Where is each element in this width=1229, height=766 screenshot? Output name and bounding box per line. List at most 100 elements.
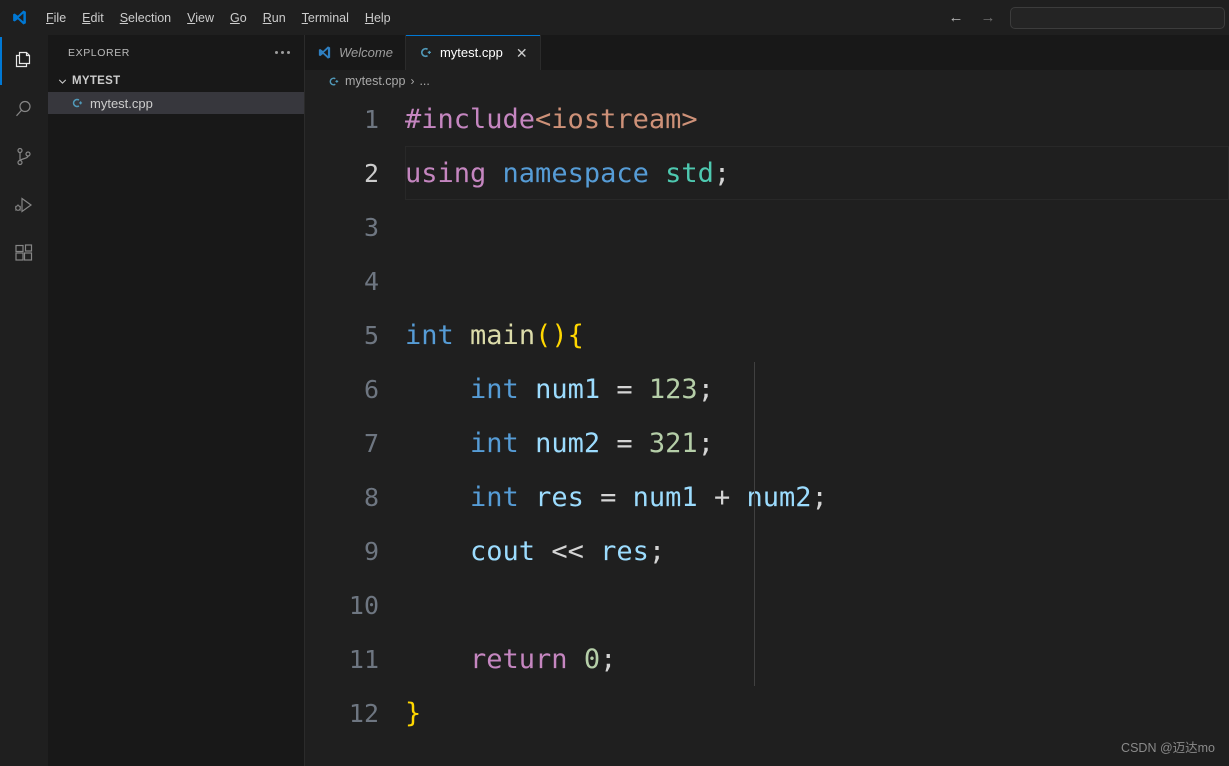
menu-view[interactable]: View (179, 7, 222, 29)
explorer-file-label: mytest.cpp (90, 95, 153, 111)
code-token: ; (811, 481, 828, 513)
activity-item-source-control[interactable] (0, 133, 48, 181)
code-token: { (567, 319, 584, 351)
code-token: int (470, 481, 519, 513)
menu-edit[interactable]: Edit (74, 7, 112, 29)
chevron-right-icon: › (410, 74, 415, 88)
line-content: } (405, 698, 421, 729)
indent-guide (754, 362, 755, 686)
explorer-title: EXPLORER (68, 46, 130, 59)
code-token: res (600, 535, 649, 567)
activity-item-explorer[interactable] (0, 37, 48, 85)
arrow-right-icon[interactable]: → (978, 10, 998, 25)
activity-bar (0, 35, 48, 766)
breadcrumb-file[interactable]: mytest.cpp (345, 74, 405, 88)
explorer-file-mytest-cpp[interactable]: mytest.cpp (48, 92, 304, 114)
ellipsis-icon[interactable] (269, 47, 296, 58)
code-token: ; (697, 373, 714, 405)
code-token: () (535, 319, 568, 351)
tab-mytest-cpp[interactable]: mytest.cpp ✕ (405, 35, 541, 70)
line-content: int num1 = 123; (405, 374, 714, 405)
cpp-file-icon (70, 96, 84, 110)
menu-run-rest: un (271, 10, 286, 25)
line-number: 9 (363, 536, 379, 566)
activity-item-extensions[interactable] (0, 229, 48, 277)
code-line[interactable]: 7 int num2 = 321; (305, 416, 1229, 470)
explorer-folder-mytest[interactable]: MYTEST (48, 70, 304, 92)
line-content: int num2 = 321; (405, 428, 714, 459)
line-number: 7 (363, 428, 379, 458)
menu-terminal[interactable]: Terminal (294, 7, 357, 29)
search-icon (12, 97, 36, 121)
code-line[interactable]: 2 using namespace std; (305, 146, 1229, 200)
menu-selection[interactable]: Selection (112, 7, 179, 29)
code-token: res (535, 481, 584, 513)
activity-item-search[interactable] (0, 85, 48, 133)
code-token: + (713, 481, 731, 513)
line-number: 10 (348, 590, 379, 620)
code-line[interactable]: 3 (305, 200, 1229, 254)
tab-mytest-cpp-label: mytest.cpp (439, 45, 503, 60)
breadcrumb: mytest.cpp › ... (305, 70, 1229, 92)
menu-selection-rest: election (128, 10, 172, 25)
menu-run[interactable]: Run (255, 7, 294, 29)
code-token: <iostream> (535, 103, 698, 135)
code-lines: 1 #include<iostream> 2 using namespace std;… (305, 92, 1229, 740)
code-editor[interactable]: 1 #include<iostream> 2 using namespace std;… (305, 92, 1229, 766)
menu-file[interactable]: File (38, 7, 74, 29)
activity-item-run-debug[interactable] (0, 181, 48, 229)
menu-file-rest: ile (53, 10, 67, 25)
editor-group: Welcome mytest.cpp ✕ mytest.cpp › ... 1 … (305, 35, 1229, 766)
code-line[interactable]: 1 #include<iostream> (305, 92, 1229, 146)
code-line[interactable]: 6 int num1 = 123; (305, 362, 1229, 416)
line-number: 3 (363, 212, 379, 242)
code-token: ; (648, 535, 666, 567)
code-line[interactable]: 8 int res = num1 + num2; (305, 470, 1229, 524)
code-token: = (616, 427, 633, 459)
code-token: = (616, 373, 633, 405)
code-line[interactable]: 10 (305, 578, 1229, 632)
code-token: ; (713, 157, 731, 189)
menu-go[interactable]: Go (222, 7, 255, 29)
code-token: 123 (648, 373, 698, 405)
code-line[interactable]: 12} (305, 686, 1229, 740)
line-number: 12 (348, 698, 379, 728)
code-token: int (470, 373, 519, 405)
code-line[interactable]: 11 return 0; (305, 632, 1229, 686)
tab-welcome-label: Welcome (339, 45, 393, 60)
code-token: = (600, 481, 617, 513)
workbench-body: EXPLORER MYTEST mytest.cpp Welcome mytes… (0, 35, 1229, 766)
code-token: main (470, 319, 536, 351)
title-bar-right: ← → (946, 0, 1229, 35)
command-center-input[interactable] (1010, 6, 1225, 29)
code-token: std (665, 157, 714, 189)
code-token: return (470, 643, 568, 675)
line-number: 6 (363, 374, 379, 404)
menu-help[interactable]: Help (357, 7, 399, 29)
line-number: 2 (363, 158, 379, 188)
line-content: using namespace std; (405, 158, 730, 189)
code-line[interactable]: 4 (305, 254, 1229, 308)
line-content: cout << res; (405, 536, 665, 567)
code-line[interactable]: 9 cout << res; (305, 524, 1229, 578)
arrow-left-icon[interactable]: ← (946, 10, 966, 25)
close-icon[interactable]: ✕ (516, 46, 528, 60)
menu-go-rest: o (239, 10, 247, 25)
code-line[interactable]: 5 int main(){ (305, 308, 1229, 362)
title-bar: File Edit Selection View Go Run Terminal… (0, 0, 1229, 35)
tab-welcome[interactable]: Welcome (305, 35, 406, 70)
code-token: 0 (583, 643, 601, 675)
breadcrumb-overflow[interactable]: ... (419, 74, 429, 88)
